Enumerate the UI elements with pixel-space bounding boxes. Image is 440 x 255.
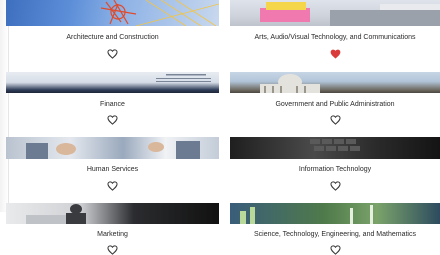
cluster-card-marketing[interactable]: Marketing	[6, 203, 219, 255]
cluster-image-information-technology	[230, 137, 440, 159]
cluster-card-finance[interactable]: Finance	[6, 72, 219, 130]
career-cluster-grid: Architecture and Construction Arts, Audi…	[0, 0, 440, 255]
cluster-image-government	[230, 72, 440, 93]
cluster-image-finance	[6, 72, 219, 93]
cluster-card-human-services[interactable]: Human Services	[6, 137, 219, 195]
cluster-card-stem[interactable]: Science, Technology, Engineering, and Ma…	[230, 203, 440, 255]
cluster-label: Information Technology	[298, 166, 372, 173]
cluster-label: Finance	[100, 101, 125, 108]
heart-outline-icon[interactable]	[107, 115, 118, 125]
cluster-image-arts	[230, 0, 440, 26]
heart-outline-icon[interactable]	[107, 49, 118, 59]
cluster-label: Science, Technology, Engineering, and Ma…	[253, 231, 416, 238]
heart-outline-icon[interactable]	[330, 115, 341, 125]
cluster-card-arts[interactable]: Arts, Audio/Visual Technology, and Commu…	[230, 0, 440, 62]
cluster-card-government[interactable]: Government and Public Administration	[230, 72, 440, 130]
cluster-image-stem	[230, 203, 440, 224]
cluster-image-marketing	[6, 203, 219, 224]
heart-filled-icon[interactable]	[330, 49, 341, 59]
heart-outline-icon[interactable]	[107, 181, 118, 191]
cluster-card-architecture[interactable]: Architecture and Construction	[6, 0, 219, 62]
cluster-label: Arts, Audio/Visual Technology, and Commu…	[254, 34, 416, 41]
cluster-label: Human Services	[86, 166, 139, 173]
cluster-label: Government and Public Administration	[275, 101, 395, 108]
cluster-image-human-services	[6, 137, 219, 159]
cluster-label: Marketing	[97, 231, 128, 238]
cluster-image-architecture	[6, 0, 219, 26]
heart-outline-icon[interactable]	[330, 181, 341, 191]
cluster-card-information-technology[interactable]: Information Technology	[230, 137, 440, 195]
cluster-label: Architecture and Construction	[66, 34, 159, 41]
